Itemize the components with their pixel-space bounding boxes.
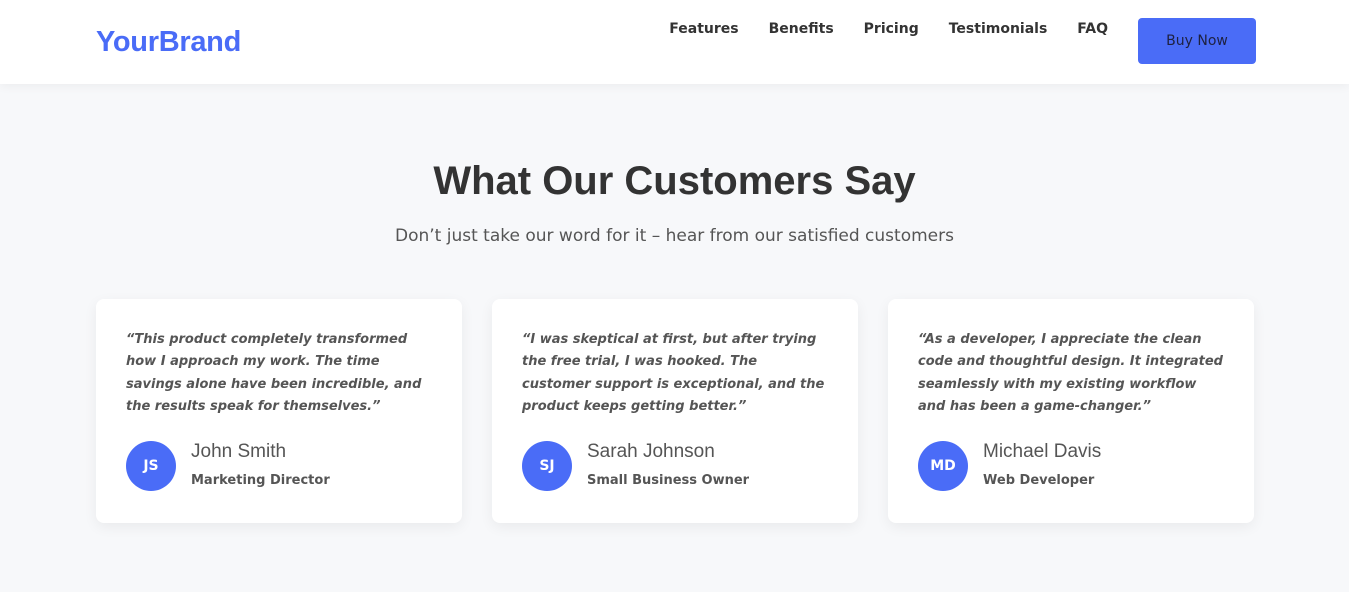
nav-link-benefits[interactable]: Benefits [769, 20, 834, 38]
main-nav: Features Benefits Pricing Testimonials F… [669, 20, 1108, 38]
author-info: Sarah Johnson Small Business Owner [587, 441, 749, 490]
brand-logo[interactable]: YourBrand [96, 24, 241, 60]
section-subtitle: Don’t just take our word for it – hear f… [395, 226, 954, 246]
author-name: Michael Davis [983, 441, 1102, 462]
author-name: John Smith [191, 441, 287, 462]
testimonial-quote: “As a developer, I appreciate the clean … [918, 332, 1223, 415]
testimonial-card: “This product completely transformed how… [96, 299, 462, 523]
buy-now-button[interactable]: Buy Now [1138, 18, 1256, 64]
author-info: Michael Davis Web Developer [983, 441, 1101, 490]
testimonial-cards: “This product completely transformed how… [96, 299, 1254, 523]
nav-link-features[interactable]: Features [669, 20, 738, 38]
avatar: SJ [522, 441, 572, 491]
testimonial-author: SJ Sarah Johnson Small Business Owner [522, 441, 749, 491]
author-role: Marketing Director [191, 473, 330, 488]
author-role: Web Developer [983, 473, 1095, 488]
avatar: JS [126, 441, 176, 491]
testimonial-card: “As a developer, I appreciate the clean … [888, 299, 1254, 523]
site-header: YourBrand Features Benefits Pricing Test… [0, 0, 1349, 84]
nav-link-pricing[interactable]: Pricing [864, 20, 919, 38]
section-title: What Our Customers Say [433, 159, 916, 203]
testimonial-author: JS John Smith Marketing Director [126, 441, 330, 491]
nav-link-faq[interactable]: FAQ [1077, 20, 1108, 38]
author-info: John Smith Marketing Director [191, 441, 330, 490]
testimonial-author: MD Michael Davis Web Developer [918, 441, 1101, 491]
nav-link-testimonials[interactable]: Testimonials [949, 20, 1048, 38]
testimonial-card: “I was skeptical at first, but after try… [492, 299, 858, 523]
testimonial-quote: “This product completely transformed how… [126, 332, 422, 415]
avatar: MD [918, 441, 968, 491]
author-role: Small Business Owner [587, 473, 750, 488]
author-name: Sarah Johnson [587, 441, 715, 462]
testimonial-quote: “I was skeptical at first, but after try… [522, 332, 825, 415]
